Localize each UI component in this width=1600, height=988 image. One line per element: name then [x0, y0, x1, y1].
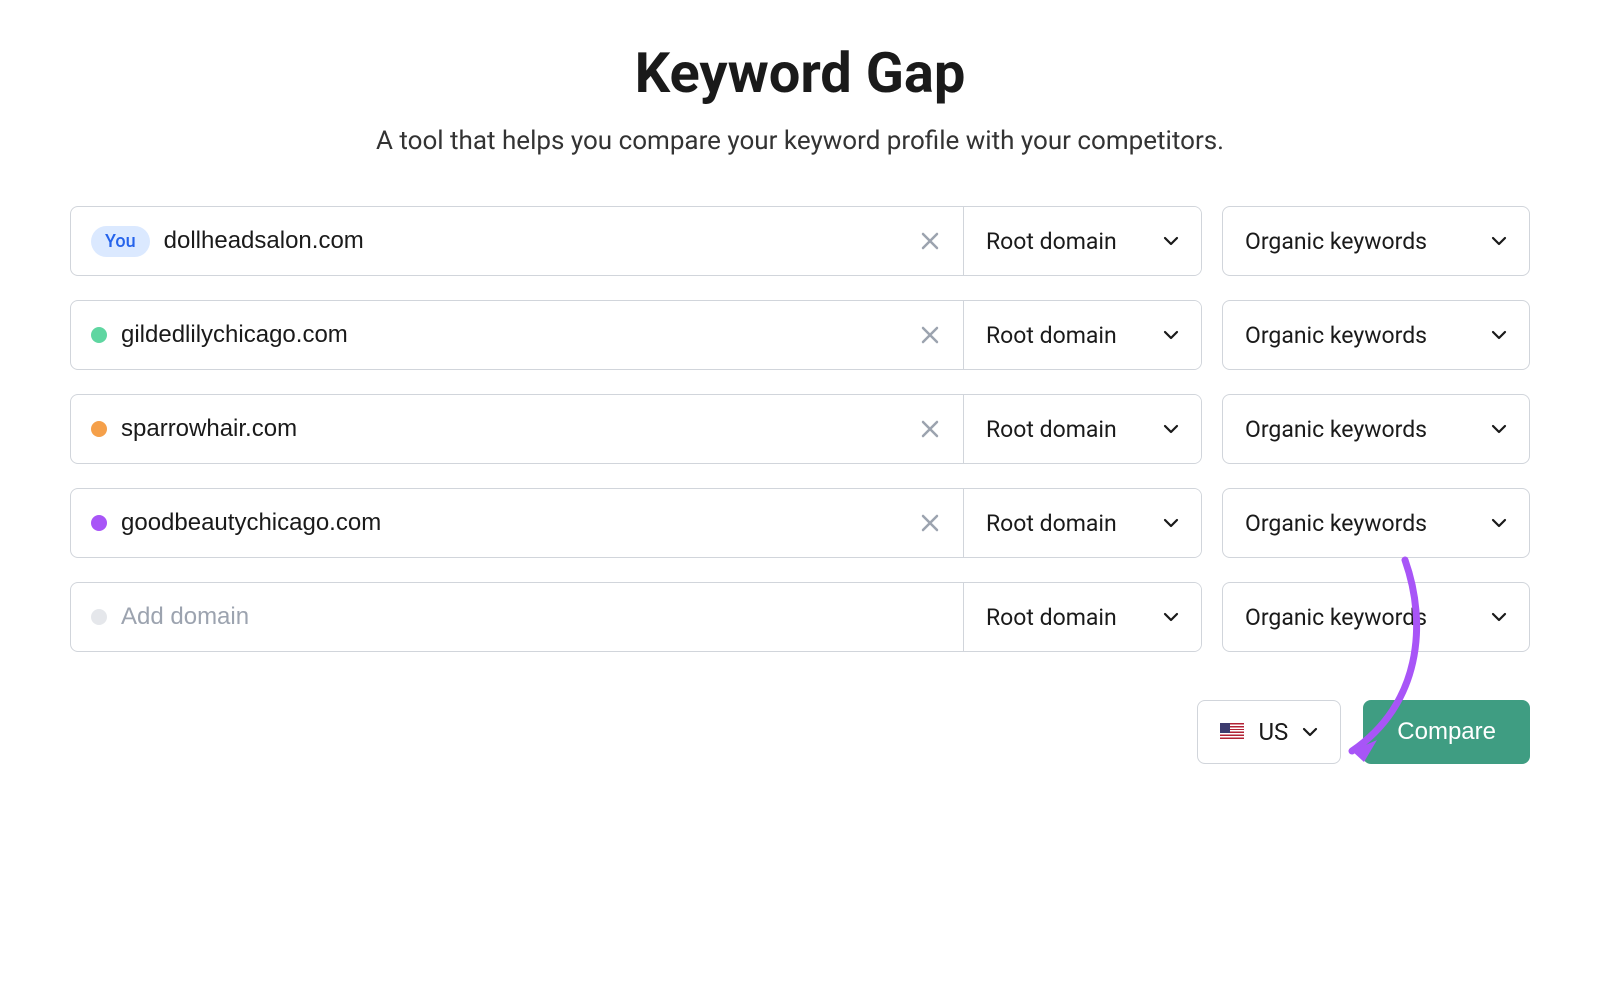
domain-field[interactable]: [71, 489, 963, 557]
close-icon: [921, 226, 939, 256]
root-domain-select[interactable]: Root domain: [963, 207, 1201, 275]
domain-input[interactable]: [121, 415, 903, 443]
clear-button[interactable]: [917, 224, 943, 258]
domain-input-group: Root domain: [70, 582, 1202, 652]
color-dot-icon: [91, 515, 107, 531]
us-flag-icon: [1220, 723, 1244, 741]
chevron-down-icon: [1491, 518, 1507, 528]
chevron-down-icon: [1163, 424, 1179, 434]
country-label: US: [1258, 718, 1288, 746]
domain-input-group: Root domain: [70, 488, 1202, 558]
domain-row: You Root domain Organic keywords: [70, 206, 1530, 276]
root-domain-label: Root domain: [986, 228, 1117, 255]
keyword-type-label: Organic keywords: [1245, 604, 1427, 631]
clear-button[interactable]: [917, 318, 943, 352]
domain-field[interactable]: You: [71, 207, 963, 275]
you-badge: You: [91, 226, 150, 257]
chevron-down-icon: [1491, 236, 1507, 246]
keyword-type-label: Organic keywords: [1245, 228, 1427, 255]
domain-row: Root domain Organic keywords: [70, 394, 1530, 464]
keyword-type-label: Organic keywords: [1245, 322, 1427, 349]
keyword-type-select[interactable]: Organic keywords: [1222, 488, 1530, 558]
domain-field[interactable]: [71, 395, 963, 463]
domain-input[interactable]: [164, 227, 903, 255]
page-title: Keyword Gap: [70, 40, 1530, 106]
chevron-down-icon: [1302, 727, 1318, 737]
clear-button[interactable]: [917, 506, 943, 540]
close-icon: [921, 414, 939, 444]
root-domain-label: Root domain: [986, 510, 1117, 537]
root-domain-label: Root domain: [986, 322, 1117, 349]
keyword-type-select[interactable]: Organic keywords: [1222, 582, 1530, 652]
domain-rows: You Root domain Organic keywords: [70, 206, 1530, 652]
domain-row: Root domain Organic keywords: [70, 300, 1530, 370]
domain-input[interactable]: [121, 603, 943, 631]
domain-input-group: Root domain: [70, 394, 1202, 464]
root-domain-select[interactable]: Root domain: [963, 583, 1201, 651]
domain-row: Root domain Organic keywords: [70, 488, 1530, 558]
page-subtitle: A tool that helps you compare your keywo…: [70, 126, 1530, 156]
chevron-down-icon: [1163, 236, 1179, 246]
chevron-down-icon: [1163, 518, 1179, 528]
domain-field[interactable]: [71, 301, 963, 369]
color-dot-icon: [91, 609, 107, 625]
domain-input[interactable]: [121, 509, 903, 537]
domain-field[interactable]: [71, 583, 963, 651]
keyword-type-label: Organic keywords: [1245, 510, 1427, 537]
domain-row: Root domain Organic keywords: [70, 582, 1530, 652]
chevron-down-icon: [1491, 424, 1507, 434]
chevron-down-icon: [1491, 330, 1507, 340]
root-domain-select[interactable]: Root domain: [963, 395, 1201, 463]
root-domain-select[interactable]: Root domain: [963, 489, 1201, 557]
root-domain-select[interactable]: Root domain: [963, 301, 1201, 369]
color-dot-icon: [91, 421, 107, 437]
domain-input-group: Root domain: [70, 300, 1202, 370]
root-domain-label: Root domain: [986, 604, 1117, 631]
chevron-down-icon: [1163, 330, 1179, 340]
compare-button[interactable]: Compare: [1363, 700, 1530, 764]
chevron-down-icon: [1491, 612, 1507, 622]
close-icon: [921, 320, 939, 350]
close-icon: [921, 508, 939, 538]
keyword-type-select[interactable]: Organic keywords: [1222, 394, 1530, 464]
keyword-type-select[interactable]: Organic keywords: [1222, 300, 1530, 370]
keyword-type-select[interactable]: Organic keywords: [1222, 206, 1530, 276]
country-select[interactable]: US: [1197, 700, 1341, 764]
domain-input-group: You Root domain: [70, 206, 1202, 276]
domain-input[interactable]: [121, 321, 903, 349]
color-dot-icon: [91, 327, 107, 343]
keyword-type-label: Organic keywords: [1245, 416, 1427, 443]
clear-button[interactable]: [917, 412, 943, 446]
root-domain-label: Root domain: [986, 416, 1117, 443]
footer-actions: US Compare: [70, 700, 1530, 764]
chevron-down-icon: [1163, 612, 1179, 622]
